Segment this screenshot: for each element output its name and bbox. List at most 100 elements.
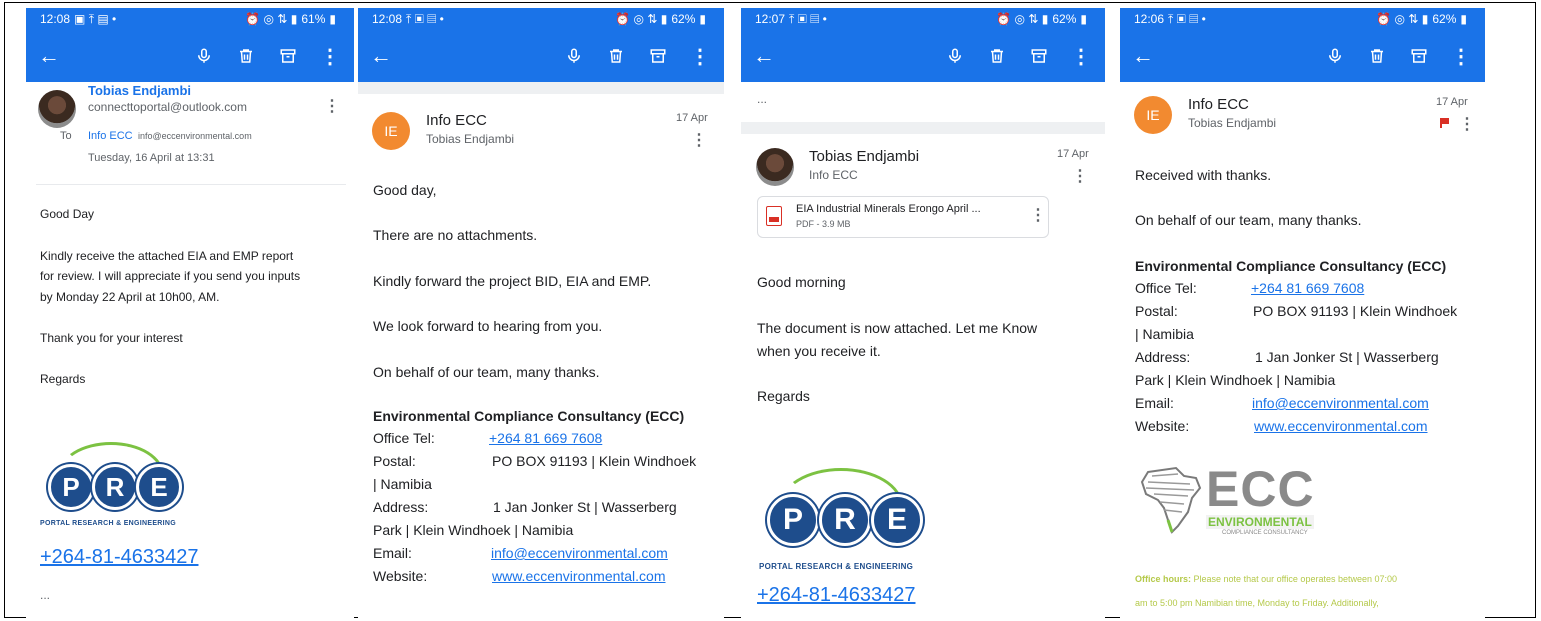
office-hours-line2: am to 5:00 pm Namibian time, Monday to F… [1135,598,1379,608]
ecc-logo: ECC ENVIRONMENTAL COMPLIANCE CONSULTANCY [1138,460,1328,540]
pre-tagline: PORTAL RESEARCH & ENGINEERING [759,562,914,571]
back-arrow-icon[interactable]: ← [753,43,925,69]
battery-icon: ▮ [329,12,336,26]
sig-address-line2: Park | Klein Windhoek | Namibia [373,522,574,538]
battery-icon: ▮ [1460,12,1467,26]
body-line: Good morning [757,274,846,290]
sender-name[interactable]: Info ECC [1188,96,1249,113]
body-line: The document is now attached. Let me Kno… [757,320,1038,336]
sender-avatar: IE [372,112,410,150]
sig-email-link[interactable]: info@eccenvironmental.com [491,545,668,561]
email-toolbar: ← ⋮ [26,30,354,82]
attachment-meta: PDF - 3.9 MB [796,219,851,229]
message-date: Tuesday, 16 April at 13:31 [88,152,215,164]
pre-logo: P R E PORTAL RESEARCH & ENGINEERING [759,468,939,574]
signal-icons: ⏰ ◎ ⇅ ▮ [615,12,668,26]
more-options-icon[interactable]: ⋮ [1449,44,1473,68]
back-arrow-icon[interactable]: ← [38,43,174,69]
office-hours-label: Office hours: [1135,574,1192,584]
body-line: Thank you for your interest [40,331,183,345]
delete-icon[interactable] [985,44,1009,68]
notification-icons: ▣ ⤒ ▤ • [74,11,117,26]
message-options-icon[interactable]: ⋮ [1072,166,1088,186]
sender-name[interactable]: Tobias Endjambi [88,83,191,98]
sig-postal: PO BOX 91193 | Klein Windhoek [1253,303,1458,319]
body-line: for review. I will appreciate if you sen… [40,269,301,283]
signal-icons: ⏰ ◎ ⇅ ▮ [245,12,298,26]
sig-address: 1 Jan Jonker St | Wasserberg [1255,349,1439,365]
recipient-name[interactable]: Info ECC [88,130,133,142]
battery-level: 61% [301,12,326,26]
sender-sub: Tobias Endjambi [1188,116,1277,130]
sender-avatar: IE [1134,96,1172,134]
show-more-icon[interactable]: ... [757,92,767,106]
sender-name[interactable]: Info ECC [426,112,487,129]
message-options-icon[interactable]: ⋮ [324,96,340,116]
more-options-icon[interactable]: ⋮ [688,44,712,68]
show-more-icon[interactable]: ... [40,588,50,602]
sig-tel-link[interactable]: +264 81 669 7608 [1251,280,1364,296]
back-arrow-icon[interactable]: ← [370,43,544,69]
microphone-icon[interactable] [192,44,216,68]
archive-icon[interactable] [1027,44,1051,68]
sig-postal-label: Postal: [1135,303,1178,319]
sig-address-label: Address: [373,499,429,515]
more-options-icon[interactable]: ⋮ [318,44,342,68]
delete-icon[interactable] [234,44,258,68]
body-line: We look forward to hearing from you. [373,318,603,334]
body-line: Regards [757,388,810,404]
back-arrow-icon[interactable]: ← [1132,43,1305,69]
pre-letter-p: P [767,494,819,546]
body-line: Good Day [40,207,95,221]
archive-icon[interactable] [1407,44,1431,68]
sig-email-label: Email: [1135,395,1174,411]
phone-link[interactable]: +264-81-4633427 [757,584,915,607]
status-time: 12:08 [40,11,71,26]
sig-address: 1 Jan Jonker St | Wasserberg [493,499,677,515]
attachment-card[interactable]: EIA Industrial Minerals Erongo April ...… [757,196,1049,238]
email-panel-2: 12:08 ⤒ ▣ ▤ • ⏰ ◎ ⇅ ▮ 62% ▮ ← ⋮ IE Info ECC… [358,8,724,618]
microphone-icon[interactable] [562,44,586,68]
phone-link[interactable]: +264-81-4633427 [40,546,198,569]
signal-icons: ⏰ ◎ ⇅ ▮ [996,12,1049,26]
attachment-options-icon[interactable]: ⋮ [1030,205,1046,225]
pre-letter-p: P [48,464,94,510]
battery-icon: ▮ [699,12,706,26]
sig-postal-line2: | Namibia [373,476,432,492]
status-bar: 12:07 ⤒ ▣ ▤ • ⏰ ◎ ⇅ ▮ 62% ▮ [741,8,1105,30]
sig-tel-link[interactable]: +264 81 669 7608 [489,430,602,446]
pre-letter-r: R [92,464,138,510]
signature-title: Environmental Compliance Consultancy (EC… [373,408,685,424]
battery-icon: ▮ [1080,12,1087,26]
signature-title: Environmental Compliance Consultancy (EC… [1135,258,1447,274]
pre-tagline: PORTAL RESEARCH & ENGINEERING [40,520,177,527]
email-toolbar: ← ⋮ [358,30,724,82]
message-date: 17 Apr [1057,148,1089,160]
message-options-icon[interactable]: ⋮ [1459,114,1475,134]
office-hours-line: Office hours: Please note that our offic… [1135,574,1397,584]
sender-name[interactable]: Tobias Endjambi [809,148,919,165]
email-panel-4: 12:06 ⤒ ▣ ▤ • ⏰ ◎ ⇅ ▮ 62% ▮ ← ⋮ IE Info ECC… [1120,8,1485,618]
sig-email-link[interactable]: info@eccenvironmental.com [1252,395,1429,411]
notification-icons: ⤒ ▣ ▤ • [406,11,444,26]
microphone-icon[interactable] [1323,44,1347,68]
sig-website-link[interactable]: www.eccenvironmental.com [492,568,666,584]
more-options-icon[interactable]: ⋮ [1069,44,1093,68]
email-panel-1: 12:08 ▣ ⤒ ▤ • ⏰ ◎ ⇅ ▮ 61% ▮ ← ⋮ Tobias Endj… [26,8,354,618]
delete-icon[interactable] [604,44,628,68]
recipient-email: info@eccenvironmental.com [138,131,252,141]
sender-email: connecttoportal@outlook.com [88,100,247,114]
sig-postal-line2: | Namibia [1135,326,1194,342]
body-line: by Monday 22 April at 10h00, AM. [40,290,220,304]
message-date: 17 Apr [676,112,708,124]
sig-address-line2: Park | Klein Windhoek | Namibia [1135,372,1336,388]
flag-icon[interactable] [1440,118,1450,128]
archive-icon[interactable] [646,44,670,68]
delete-icon[interactable] [1365,44,1389,68]
archive-icon[interactable] [276,44,300,68]
microphone-icon[interactable] [943,44,967,68]
message-options-icon[interactable]: ⋮ [691,130,707,150]
sig-website-link[interactable]: www.eccenvironmental.com [1254,418,1428,434]
pre-letter-e: E [871,494,923,546]
sig-website-label: Website: [373,568,428,584]
